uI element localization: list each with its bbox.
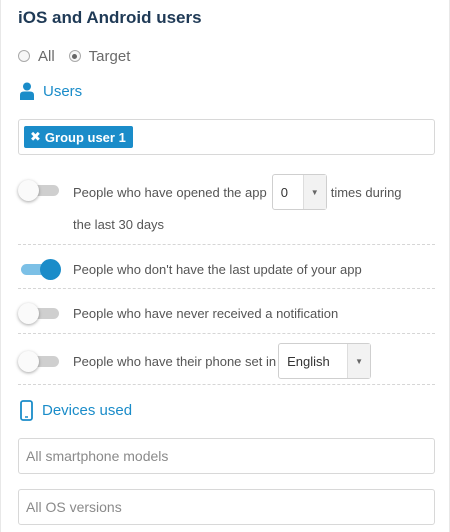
rule-no-update-label: People who don't have the last update of… bbox=[73, 261, 362, 277]
rule-opened-app-text: People who have opened the app 0 ▼ times… bbox=[73, 174, 433, 232]
audience-radio-group: All Target bbox=[18, 46, 144, 66]
opened-app-count-value: 0 bbox=[280, 184, 288, 200]
radio-option-target[interactable]: Target bbox=[68, 47, 131, 65]
user-group-tag: ✖ Group user 1 bbox=[24, 126, 133, 148]
radio-target[interactable] bbox=[68, 50, 81, 62]
rule-phone-language: People who have their phone set in Engli… bbox=[18, 343, 435, 379]
smartphone-models-field[interactable]: All smartphone models bbox=[18, 438, 435, 474]
radio-target-label: Target bbox=[88, 47, 131, 65]
phone-language-value: English bbox=[287, 353, 330, 369]
rule-opened-app-after: times during bbox=[330, 184, 402, 200]
rule-opened-app: People who have opened the app 0 ▼ times… bbox=[18, 174, 435, 232]
devices-section-label: Devices used bbox=[42, 402, 133, 419]
users-section-label: Users bbox=[43, 82, 83, 100]
opened-app-count-select[interactable]: 0 ▼ bbox=[271, 174, 327, 210]
divider bbox=[18, 384, 435, 385]
rule-no-update: People who don't have the last update of… bbox=[18, 258, 435, 280]
rule-never-notified-label: People who have never received a notific… bbox=[73, 305, 339, 321]
rule-phone-language-label: People who have their phone set in bbox=[73, 353, 277, 369]
devices-section-header: Devices used bbox=[20, 400, 132, 421]
users-section-header: Users bbox=[20, 82, 82, 100]
user-group-tag-label: Group user 1 bbox=[44, 129, 126, 145]
close-icon[interactable]: ✖ bbox=[30, 129, 41, 145]
toggle-opened-app[interactable] bbox=[18, 180, 60, 201]
radio-all-label: All bbox=[38, 47, 55, 65]
toggle-never-notified[interactable] bbox=[18, 303, 60, 324]
user-icon bbox=[20, 82, 34, 100]
toggle-phone-language[interactable] bbox=[18, 351, 60, 372]
phone-language-select[interactable]: English ▼ bbox=[278, 343, 372, 379]
divider bbox=[18, 288, 435, 289]
radio-option-all[interactable]: All bbox=[18, 48, 55, 65]
radio-all[interactable] bbox=[18, 50, 30, 62]
chevron-down-icon: ▼ bbox=[347, 344, 371, 378]
toggle-no-update[interactable] bbox=[18, 259, 61, 280]
smartphone-icon bbox=[20, 400, 33, 421]
os-versions-field[interactable]: All OS versions bbox=[18, 489, 435, 525]
panel-title: iOS and Android users bbox=[18, 8, 202, 27]
divider bbox=[18, 244, 435, 245]
user-group-selector[interactable]: ✖ Group user 1 bbox=[18, 119, 435, 155]
rule-never-notified: People who have never received a notific… bbox=[18, 302, 435, 324]
divider bbox=[18, 333, 435, 334]
rule-opened-app-line2: the last 30 days bbox=[73, 217, 165, 232]
rule-opened-app-label: People who have opened the app bbox=[73, 184, 267, 200]
chevron-down-icon: ▼ bbox=[302, 175, 326, 209]
